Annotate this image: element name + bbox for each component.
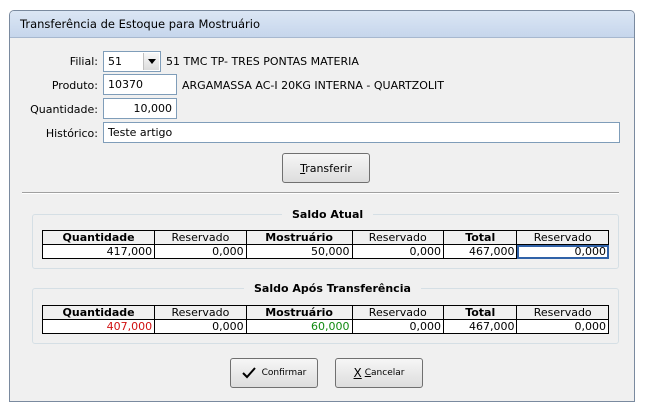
col-total: Total: [442, 230, 518, 245]
col-reservado: Reservado: [154, 230, 247, 245]
cell-mostruario[interactable]: 50,000: [245, 244, 353, 259]
cell-reservado[interactable]: 0,000: [351, 319, 444, 334]
confirmar-label: Confirmar: [261, 368, 307, 378]
cell-reservado[interactable]: 0,000: [154, 319, 247, 334]
historico-label: Histórico:: [45, 127, 98, 140]
quantidade-label: Quantidade:: [30, 103, 98, 116]
table-header-row: Quantidade Reservado Mostruário Reservad…: [41, 230, 609, 245]
x-icon: X: [353, 366, 362, 380]
cancelar-button[interactable]: X Cancelar: [335, 358, 423, 388]
filial-combobox[interactable]: 51: [103, 51, 161, 72]
confirmar-button[interactable]: Confirmar: [230, 358, 318, 388]
produto-description: ARGAMASSA AC-I 20KG INTERNA - QUARTZOLIT: [182, 79, 444, 92]
filial-value: 51: [108, 55, 122, 68]
table-row: 407,000 0,000 60,000 0,000 467,000 0,000: [41, 319, 609, 334]
saldo-atual-table: Quantidade Reservado Mostruário Reservad…: [41, 230, 609, 259]
cell-reservado-selected[interactable]: 0,000: [516, 244, 609, 259]
col-reservado: Reservado: [516, 305, 609, 320]
produto-field[interactable]: 10370: [103, 74, 177, 95]
quantidade-field[interactable]: 10,000: [103, 98, 177, 119]
col-mostruario: Mostruário: [245, 230, 353, 245]
title-bar[interactable]: Transferência de Estoque para Mostruário: [10, 11, 634, 38]
filial-description: 51 TMC TP- TRES PONTAS MATERIA: [166, 55, 359, 68]
transferir-label: Transferir: [300, 161, 352, 175]
chevron-down-icon[interactable]: [143, 53, 159, 70]
saldo-atual-title: Saldo Atual: [282, 208, 374, 221]
cell-mostruario[interactable]: 60,000: [245, 319, 353, 334]
cancelar-label: Cancelar: [364, 368, 405, 378]
cell-quantidade[interactable]: 407,000: [41, 319, 156, 334]
historico-field[interactable]: Teste artigo: [103, 122, 620, 143]
dialog-window: Transferência de Estoque para Mostruário…: [9, 10, 635, 402]
window-title: Transferência de Estoque para Mostruário: [20, 17, 260, 31]
saldo-apos-title: Saldo Após Transferência: [244, 282, 421, 295]
table-row: 417,000 0,000 50,000 0,000 467,000 0,000: [41, 244, 609, 259]
col-reservado: Reservado: [516, 230, 609, 245]
cell-reservado[interactable]: 0,000: [351, 244, 444, 259]
col-total: Total: [442, 305, 518, 320]
cell-quantidade[interactable]: 417,000: [41, 244, 156, 259]
transferir-button[interactable]: Transferir: [282, 153, 370, 183]
checkmark-icon: [241, 367, 256, 379]
col-quantidade: Quantidade: [41, 305, 156, 320]
col-reservado: Reservado: [154, 305, 247, 320]
cell-reservado[interactable]: 0,000: [516, 319, 609, 334]
col-reservado: Reservado: [351, 230, 444, 245]
cell-total[interactable]: 467,000: [442, 244, 518, 259]
col-mostruario: Mostruário: [245, 305, 353, 320]
cell-reservado[interactable]: 0,000: [154, 244, 247, 259]
cell-total[interactable]: 467,000: [442, 319, 518, 334]
saldo-apos-table: Quantidade Reservado Mostruário Reservad…: [41, 305, 609, 334]
produto-label: Produto:: [51, 79, 98, 92]
table-header-row: Quantidade Reservado Mostruário Reservad…: [41, 305, 609, 320]
filial-label: Filial:: [69, 55, 98, 68]
col-quantidade: Quantidade: [41, 230, 156, 245]
divider: [22, 192, 619, 194]
col-reservado: Reservado: [351, 305, 444, 320]
